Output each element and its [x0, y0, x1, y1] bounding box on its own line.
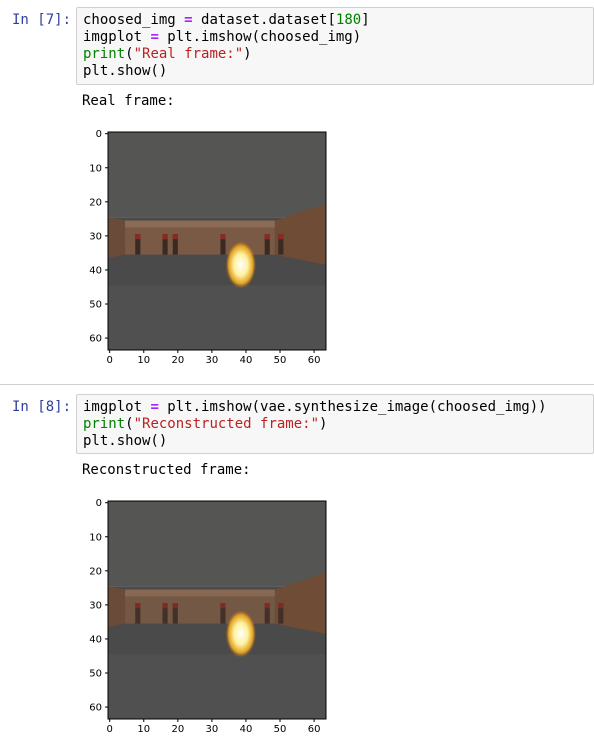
code-token: plt.show() — [83, 433, 168, 449]
x-tick-label: 60 — [308, 724, 321, 735]
code-editor[interactable]: imgplot = plt.imshow(vae.synthesize_imag… — [76, 394, 594, 454]
x-tick-label: 20 — [171, 724, 184, 735]
code-token: = — [150, 29, 159, 45]
code-token: dataset.dataset[ — [192, 12, 336, 28]
y-tick-label: 20 — [89, 566, 102, 577]
code-line: choosed_img = dataset.dataset[180] — [83, 12, 587, 29]
code-token: ] — [361, 12, 370, 28]
x-tick-label: 50 — [274, 355, 287, 366]
code-token: plt.imshow(choosed_img) — [158, 29, 362, 45]
x-tick-label: 10 — [137, 724, 150, 735]
code-token: 180 — [335, 12, 362, 28]
code-editor[interactable]: choosed_img = dataset.dataset[180] imgplo… — [76, 7, 594, 85]
code-token: = — [184, 12, 193, 28]
x-tick-label: 20 — [171, 355, 184, 366]
y-tick-label: 0 — [96, 129, 102, 140]
code-line: print("Reconstructed frame:") — [83, 416, 587, 433]
code-line: print("Real frame:") — [83, 46, 587, 63]
y-tick-label: 10 — [89, 532, 102, 543]
code-token: ) — [243, 46, 252, 62]
image-content — [108, 501, 326, 719]
code-token: choosed_img — [83, 12, 185, 28]
code-token: ( — [125, 416, 134, 432]
input-prompt: In [7]: — [12, 12, 72, 28]
code-token: ) — [319, 416, 328, 432]
code-line: plt.show() — [83, 63, 587, 80]
code-token: "Reconstructed frame:" — [133, 416, 320, 432]
cell-separator — [0, 384, 594, 385]
y-tick-label: 50 — [89, 300, 102, 311]
code-token: imgplot — [83, 399, 151, 415]
y-tick-label: 40 — [89, 634, 102, 645]
y-tick-label: 60 — [89, 703, 102, 714]
x-tick-label: 0 — [107, 355, 113, 366]
y-tick-label: 10 — [89, 163, 102, 174]
code-token: ( — [125, 46, 134, 62]
x-tick-label: 0 — [107, 724, 113, 735]
code-token: = — [150, 399, 159, 415]
y-tick-label: 30 — [89, 231, 102, 242]
x-tick-label: 30 — [206, 724, 219, 735]
input-prompt: In [8]: — [12, 399, 72, 415]
x-tick-label: 40 — [240, 355, 253, 366]
code-token: plt.imshow(vae.synthesize_image(choosed_… — [158, 399, 547, 415]
y-tick-label: 60 — [89, 334, 102, 345]
code-token: plt.show() — [83, 63, 168, 79]
code-line: plt.show() — [83, 433, 587, 450]
image-plot: 0 10 20 30 40 50 60 0 10 20 30 40 50 60 — [89, 129, 327, 366]
y-tick-label: 50 — [89, 669, 102, 680]
code-token: "Real frame:" — [133, 46, 244, 62]
y-tick-label: 40 — [89, 265, 102, 276]
x-tick-label: 40 — [240, 724, 253, 735]
x-tick-label: 60 — [308, 355, 321, 366]
y-tick-label: 20 — [89, 197, 102, 208]
code-token: print — [83, 46, 126, 62]
y-tick-label: 0 — [96, 498, 102, 509]
image-content — [108, 132, 326, 350]
output-text: Real frame: — [82, 93, 175, 109]
code-token: imgplot — [83, 29, 151, 45]
image-plot: 0 10 20 30 40 50 60 0 10 20 30 40 50 60 — [89, 498, 327, 735]
output-text: Reconstructed frame: — [82, 462, 251, 478]
code-line: imgplot = plt.imshow(vae.synthesize_imag… — [83, 399, 587, 416]
x-tick-label: 50 — [274, 724, 287, 735]
code-token: print — [83, 416, 126, 432]
code-line: imgplot = plt.imshow(choosed_img) — [83, 29, 587, 46]
y-tick-label: 30 — [89, 600, 102, 611]
x-tick-label: 30 — [206, 355, 219, 366]
x-tick-label: 10 — [137, 355, 150, 366]
